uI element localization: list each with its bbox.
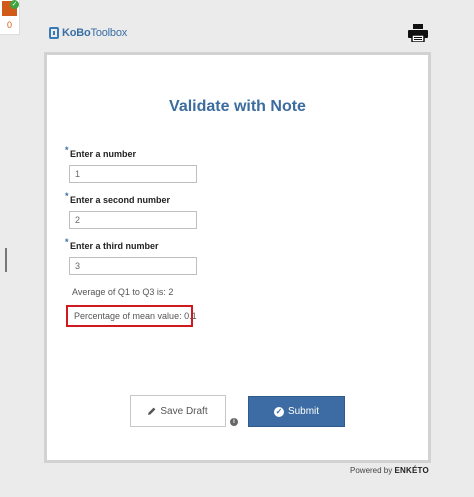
brand-name: KoBoToolbox: [62, 27, 128, 39]
percentage-note: Percentage of mean value: 0.1: [66, 305, 197, 327]
question-3-input[interactable]: [69, 257, 197, 275]
corner-count: 0: [6, 20, 12, 30]
corner-status-widget[interactable]: ✓ 0: [0, 0, 20, 35]
save-draft-label: Save Draft: [160, 405, 208, 417]
question-1-input[interactable]: [69, 165, 197, 183]
pencil-icon: [148, 407, 156, 415]
check-circle-icon: ✓: [273, 406, 284, 417]
question-2-label: Enter a second number: [70, 195, 171, 205]
kobo-logo: KoBoToolbox: [49, 26, 127, 40]
check-badge-icon: ✓: [10, 0, 19, 9]
required-marker: *: [65, 237, 69, 247]
submit-label: Submit: [287, 406, 320, 417]
powered-by-footer: Powered by ENKÉTO: [350, 466, 429, 475]
average-note: Average of Q1 to Q3 is: 2: [72, 287, 174, 297]
required-marker: *: [65, 145, 69, 155]
save-draft-button[interactable]: Save Draft: [130, 395, 226, 427]
side-resize-handle[interactable]: [5, 248, 7, 272]
enketo-logo[interactable]: ENKÉTO: [394, 466, 428, 475]
form-card: Validate with Note * Enter a number * En…: [44, 52, 431, 463]
submit-button[interactable]: ✓ Submit: [248, 396, 345, 427]
form-title: Validate with Note: [169, 98, 306, 115]
question-2-input[interactable]: [69, 211, 197, 229]
question-1: * Enter a number: [65, 145, 369, 183]
question-2: * Enter a second number: [65, 191, 369, 229]
powered-by-text: Powered by: [350, 466, 393, 475]
kobo-logo-icon: [49, 27, 59, 39]
print-button[interactable]: [408, 24, 428, 43]
info-icon[interactable]: i: [230, 418, 238, 426]
print-icon: [408, 24, 428, 43]
required-marker: *: [65, 191, 69, 201]
question-3: * Enter a third number: [65, 237, 369, 275]
question-3-label: Enter a third number: [70, 241, 159, 251]
question-1-label: Enter a number: [70, 149, 137, 159]
